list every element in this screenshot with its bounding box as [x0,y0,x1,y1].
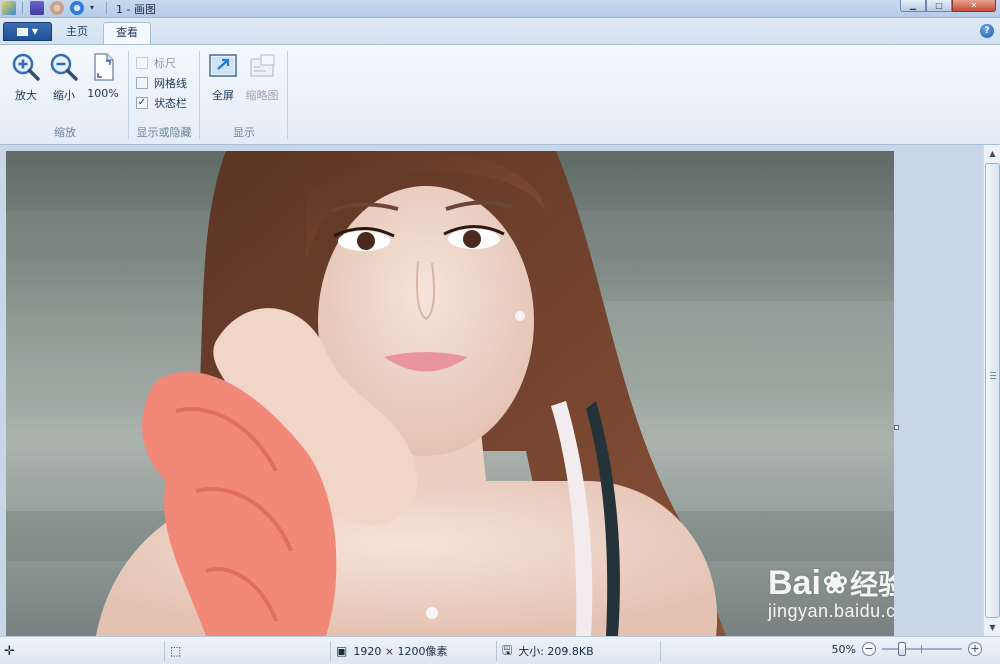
file-size-text: 大小: 209.8KB [518,645,594,658]
title-separator [106,2,107,14]
status-bar: ✛ ⬚ ▣ 1920 × 1200像素 🖫 大小: 209.8KB 50% − … [0,636,1000,664]
watermark-url: jingyan.baidu.com [768,601,894,621]
statusbar-label: 状态栏 [154,97,187,110]
zoom-slider-track [882,648,962,650]
window-controls: ▁ □ ✕ [900,0,996,12]
image-size-icon: ▣ [336,644,348,658]
zoom-slider[interactable] [882,642,962,656]
zoom-in-icon [10,51,42,83]
actual-size-button[interactable]: 100% [84,51,122,100]
scroll-thumb[interactable] [985,163,1000,618]
zoom-out-small-button[interactable]: − [862,642,876,656]
portrait-photo [6,151,894,636]
scroll-up-button[interactable]: ▲ [985,145,1000,162]
actual-size-label: 100% [87,87,119,100]
image-dimensions: ▣ 1920 × 1200像素 [336,637,448,664]
selection-icon: ⬚ [170,644,182,658]
dropdown-arrow-icon: ▼ [31,27,39,36]
status-divider [496,641,497,661]
minimize-button[interactable]: ▁ [900,0,926,12]
zoom-slider-thumb[interactable] [898,642,906,656]
zoom-in-label: 放大 [15,89,37,102]
zoom-out-label: 缩小 [53,89,75,102]
tab-home[interactable]: 主页 [54,22,100,44]
zoom-level-text: 50% [831,642,856,656]
statusbar-checkbox[interactable]: ✓ [136,97,148,109]
zoom-in-button[interactable]: 放大 [6,51,46,103]
statusbar-toggle[interactable]: ✓ 状态栏 [136,95,187,111]
disk-icon: 🖫 [502,642,513,657]
paw-icon: ❀ [822,566,849,600]
baidu-watermark: Bai ❀ 经验 jingyan.baidu.com [768,563,894,622]
ruler-checkbox[interactable] [136,57,148,69]
fullscreen-label: 全屏 [212,89,234,102]
show-hide-group: 标尺 网格线 ✓ 状态栏 显示或隐藏 [130,49,198,142]
file-size: 🖫 大小: 209.8KB [502,637,594,664]
status-divider [164,641,165,661]
show-hide-group-label: 显示或隐藏 [136,126,192,139]
fullscreen-button[interactable]: 全屏 [203,51,243,103]
dimensions-text: 1920 × 1200像素 [353,645,448,658]
cursor-position: ✛ [4,637,15,664]
paint-app-icon[interactable] [2,1,16,15]
status-divider [330,641,331,661]
ruler-toggle[interactable]: 标尺 [136,55,176,71]
redo-icon[interactable] [70,1,84,15]
selection-size: ⬚ [170,637,181,664]
canvas-area[interactable]: Bai ❀ 经验 jingyan.baidu.com [0,145,983,636]
ribbon-panel: 放大 缩小 100% 缩放 标尺 网格线 ✓ 状态栏 显示或隐藏 全屏 缩略图 … [0,44,1000,145]
zoom-out-icon [48,51,80,83]
group-separator [287,51,288,139]
tab-view[interactable]: 查看 [103,22,151,44]
zoom-control: 50% − + [832,642,982,656]
zoom-out-button[interactable]: 缩小 [44,51,84,103]
customize-quick-access-icon[interactable]: ▾ [90,1,100,15]
thumbnail-icon [246,51,278,83]
gridlines-label: 网格线 [154,77,187,90]
help-icon[interactable]: ? [980,24,994,38]
window-title: 1 - 画图 [116,3,156,16]
paint-menu-button[interactable]: ▼ [3,22,52,41]
watermark-brand-text: 经验 [850,569,894,600]
zoom-slider-center-tick [921,645,922,653]
ribbon-tab-row: ▼ 主页 查看 ? [0,18,1000,44]
zoom-group: 放大 缩小 100% 缩放 [4,49,126,142]
vertical-scrollbar[interactable]: ▲ ▼ [983,145,1000,636]
zoom-group-label: 缩放 [54,126,76,139]
maximize-button[interactable]: □ [926,0,952,12]
watermark-main-text: Bai [768,563,821,602]
paint-menu-icon [16,27,28,36]
title-bar: ▾ 1 - 画图 ▁ □ ✕ [0,0,1000,18]
status-divider [660,641,661,661]
thumbnail-label: 缩略图 [245,89,279,102]
zoom-in-small-button[interactable]: + [968,642,982,656]
scroll-down-button[interactable]: ▼ [985,619,1000,636]
scroll-grip [990,372,996,381]
ruler-label: 标尺 [154,57,176,70]
group-separator [199,51,200,139]
group-separator [128,51,129,139]
canvas-image[interactable]: Bai ❀ 经验 jingyan.baidu.com [6,151,894,636]
display-group-label: 显示 [233,126,255,139]
save-icon[interactable] [30,1,44,15]
gridlines-checkbox[interactable] [136,77,148,89]
fullscreen-icon [207,51,239,83]
actual-size-icon [87,51,119,83]
crosshair-icon: ✛ [4,643,15,659]
gridlines-toggle[interactable]: 网格线 [136,75,187,91]
watermark-logo: Bai ❀ 经验 [768,563,894,603]
display-group: 全屏 缩略图 显示 [202,49,286,142]
thumbnail-button[interactable]: 缩略图 [242,51,282,103]
close-button[interactable]: ✕ [952,0,996,12]
title-separator [22,2,23,14]
undo-icon[interactable] [50,1,64,15]
resize-handle-right[interactable] [894,425,899,430]
